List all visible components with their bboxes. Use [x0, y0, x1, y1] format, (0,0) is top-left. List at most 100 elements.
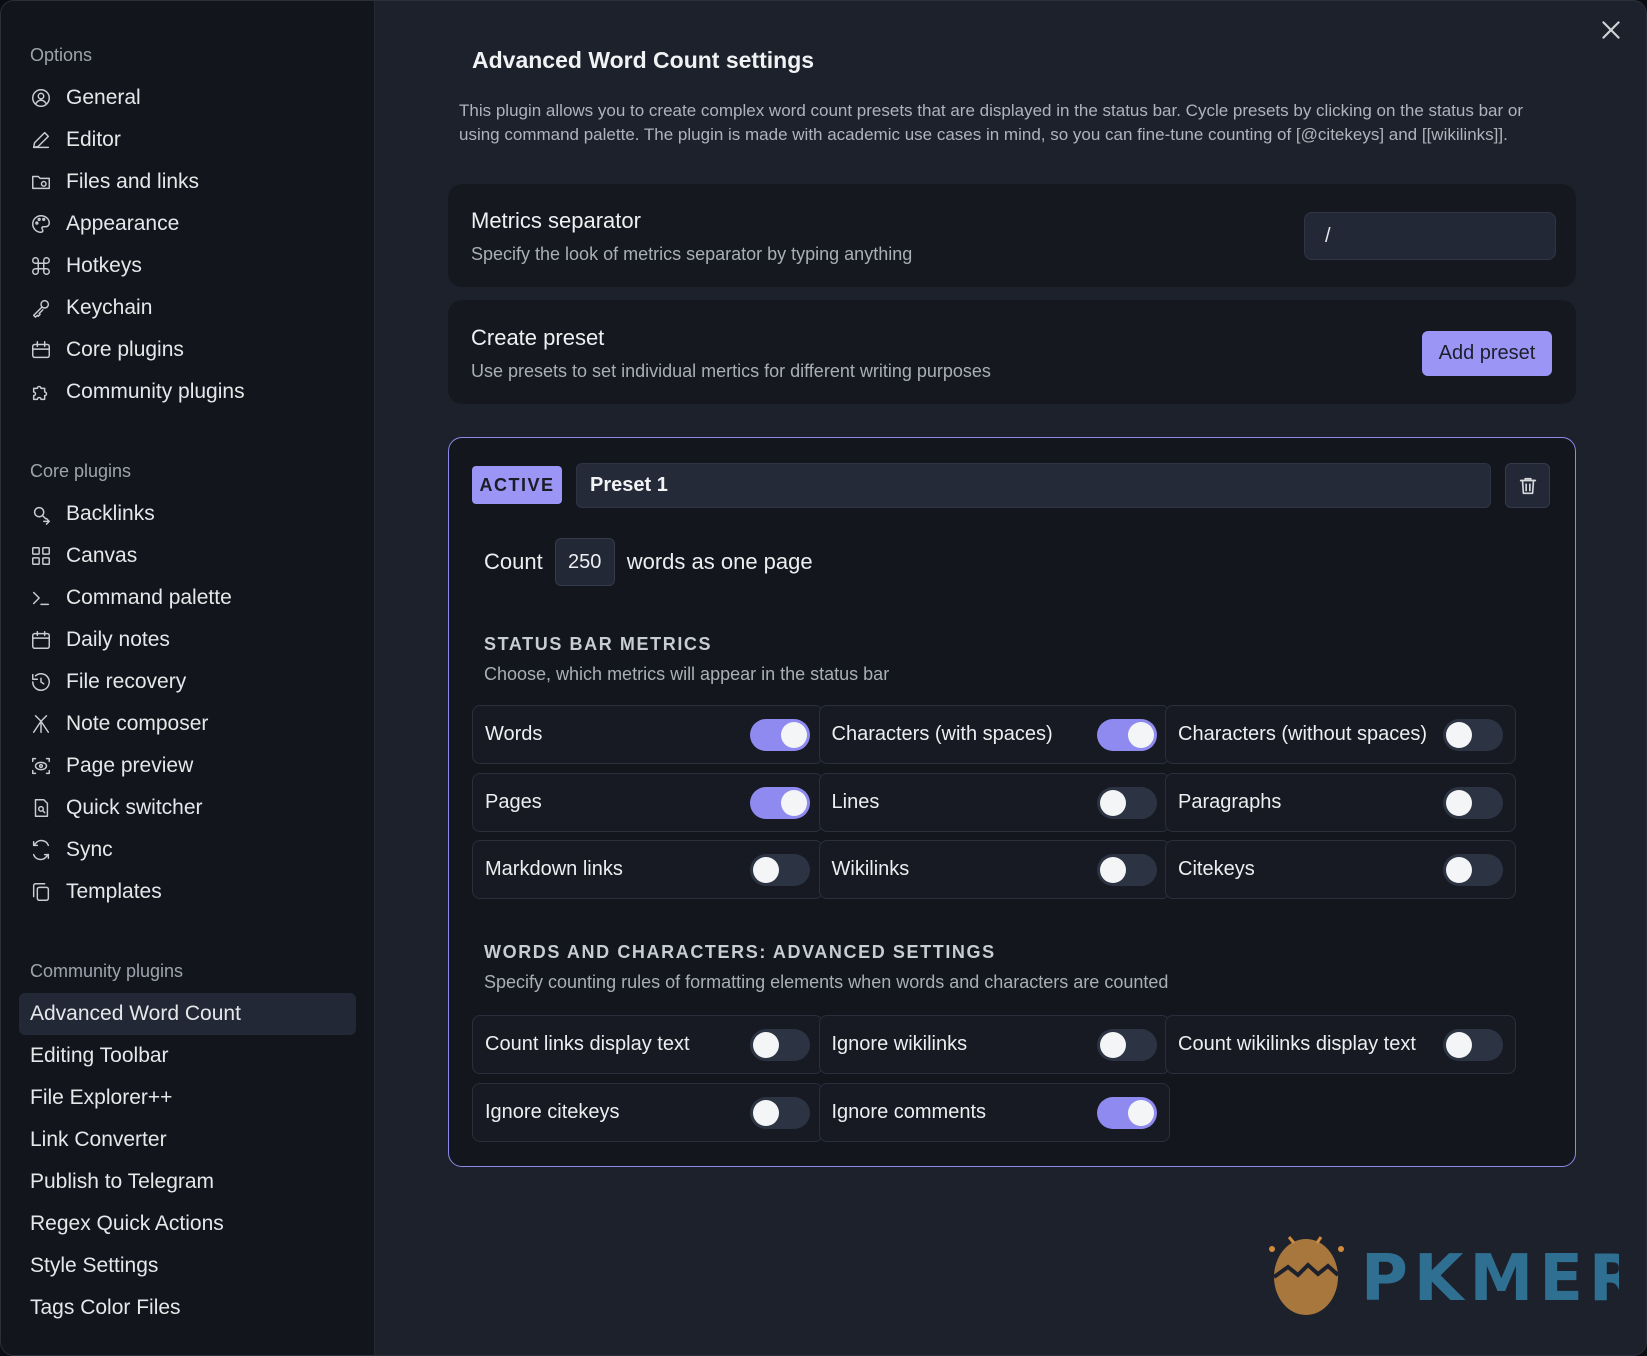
nav-item-label: Editor — [66, 128, 121, 151]
toggle-label: Paragraphs — [1178, 790, 1282, 813]
puzzle-icon — [30, 381, 52, 403]
toggle-label: Ignore citekeys — [485, 1100, 620, 1123]
metrics-separator-setting: Metrics separator Specify the look of me… — [448, 184, 1576, 287]
toggle-setting-count-links-display-text: Count links display text — [472, 1015, 823, 1074]
sidebar-item-file-explorer[interactable]: File Explorer++ — [1, 1077, 374, 1119]
sidebar-item-regex-quick-actions[interactable]: Regex Quick Actions — [1, 1203, 374, 1245]
toggle-knob — [1446, 1032, 1472, 1058]
sidebar-item-core-plugins[interactable]: Core plugins — [1, 329, 374, 371]
toggle-knob — [1446, 722, 1472, 748]
sidebar-item-quick-switcher[interactable]: Quick switcher — [1, 787, 374, 829]
calendar-icon — [30, 629, 52, 651]
sidebar-item-sync[interactable]: Sync — [1, 829, 374, 871]
metrics-toggle-grid: Words Characters (with spaces) Characters … — [472, 705, 1554, 905]
nav-item-label: Canvas — [66, 544, 138, 567]
sidebar-item-editor[interactable]: Editor — [1, 119, 374, 161]
settings-content: Advanced Word Count settings This plugin… — [376, 1, 1646, 1355]
toggle-label: Lines — [831, 790, 880, 813]
sidebar-item-files-and-links[interactable]: Files and links — [1, 161, 374, 203]
merge-icon — [30, 713, 52, 735]
sidebar-item-editing-toolbar[interactable]: Editing Toolbar — [1, 1035, 374, 1077]
toggle-setting-characters-without-spaces: Characters (without spaces) — [1165, 705, 1516, 764]
nav-item-label: Files and links — [66, 170, 200, 193]
settings-window: Options General Editor Files and links Appe… — [0, 0, 1647, 1356]
history-icon — [30, 671, 52, 693]
sidebar-item-command-palette[interactable]: Command palette — [1, 577, 374, 619]
toggle-switch-count-wikilinks-display-text[interactable] — [1443, 1029, 1503, 1061]
sidebar-item-appearance[interactable]: Appearance — [1, 203, 374, 245]
preset-card: ACTIVE Count words as one page STATUS BA… — [448, 437, 1576, 1167]
toggle-switch-lines[interactable] — [1096, 786, 1157, 819]
toggle-switch-citekeys[interactable] — [1443, 854, 1503, 886]
toggle-knob — [753, 1032, 779, 1058]
sidebar-item-keychain[interactable]: Keychain — [1, 287, 374, 329]
delete-preset-button[interactable] — [1505, 463, 1550, 508]
toggle-knob — [753, 1099, 779, 1126]
preset-name-input[interactable] — [576, 463, 1491, 508]
toggle-switch-characters-with-spaces[interactable] — [1096, 719, 1157, 751]
sidebar-item-templates[interactable]: Templates — [1, 871, 374, 913]
toggle-switch-ignore-citekeys[interactable] — [750, 1096, 810, 1129]
toggle-switch-wikilinks[interactable] — [1096, 854, 1157, 886]
toggle-switch-characters-without-spaces[interactable] — [1443, 719, 1503, 751]
add-preset-button[interactable]: Add preset — [1422, 331, 1552, 376]
toggle-label: Words — [485, 723, 543, 745]
toggle-switch-ignore-comments[interactable] — [1096, 1096, 1157, 1129]
toggle-knob — [1446, 857, 1472, 883]
toggle-setting-count-wikilinks-display-text: Count wikilinks display text — [1165, 1015, 1516, 1074]
sidebar-item-file-recovery[interactable]: File recovery — [1, 661, 374, 703]
advanced-toggle-grid: Count links display text Ignore wikilinks… — [472, 1015, 1554, 1145]
scan-eye-icon — [30, 755, 52, 777]
page-title: Advanced Word Count settings — [472, 47, 815, 73]
toggle-setting-paragraphs: Paragraphs — [1165, 772, 1516, 832]
sidebar-item-publish-to-telegram[interactable]: Publish to Telegram — [1, 1161, 374, 1203]
pkmer-watermark-logo: PKMER — [1269, 1236, 1619, 1316]
status-bar-metrics-description: Choose, which metrics will appear in the… — [484, 664, 890, 684]
close-icon — [1602, 21, 1620, 39]
toggle-setting-words: Words — [472, 705, 823, 764]
sidebar-item-general[interactable]: General — [1, 77, 374, 119]
separator-input[interactable] — [1304, 212, 1556, 260]
sidebar-item-hotkeys[interactable]: Hotkeys — [1, 245, 374, 287]
nav-item-label: Publish to Telegram — [30, 1170, 215, 1193]
watermark-text: PKMER — [1361, 1242, 1619, 1316]
sidebar-item-community-plugins[interactable]: Community plugins — [1, 371, 374, 413]
sidebar-item-page-preview[interactable]: Page preview — [1, 745, 374, 787]
sidebar-item-advanced-word-count[interactable]: Advanced Word Count — [19, 993, 356, 1035]
sidebar-item-style-settings[interactable]: Style Settings — [1, 1245, 374, 1287]
close-button[interactable] — [1598, 17, 1624, 43]
sidebar-item-note-composer[interactable]: Note composer — [1, 703, 374, 745]
toggle-switch-ignore-wikilinks[interactable] — [1096, 1029, 1157, 1061]
core-plugins-group-title: Core plugins — [30, 461, 132, 481]
grid-icon — [30, 545, 52, 567]
settings-sidebar: Options General Editor Files and links Appe… — [1, 1, 375, 1355]
toggle-knob — [1127, 722, 1154, 748]
toggle-setting-markdown-links: Markdown links — [472, 840, 823, 899]
sidebar-item-link-converter[interactable]: Link Converter — [1, 1119, 374, 1161]
sidebar-item-canvas[interactable]: Canvas — [1, 535, 374, 577]
nav-item-label: Tags Color Files — [30, 1296, 181, 1319]
egg-icon — [1269, 1236, 1344, 1315]
calendar-box-icon — [30, 339, 52, 361]
sidebar-item-backlinks[interactable]: Backlinks — [1, 493, 374, 535]
file-search-icon — [30, 797, 52, 819]
toggle-switch-markdown-links[interactable] — [750, 854, 810, 886]
nav-item-label: File recovery — [66, 670, 187, 693]
setting-description: Specify the look of metrics separator by… — [471, 244, 913, 264]
nav-item-label: Templates — [66, 880, 162, 903]
toggle-setting-pages: Pages — [472, 772, 823, 832]
sidebar-item-daily-notes[interactable]: Daily notes — [1, 619, 374, 661]
sidebar-item-tags-color-files[interactable]: Tags Color Files — [1, 1287, 374, 1329]
nav-item-label: Core plugins — [66, 338, 184, 361]
toggle-switch-count-links-display-text[interactable] — [750, 1029, 810, 1061]
nav-item-label: Editing Toolbar — [30, 1044, 169, 1067]
toggle-switch-paragraphs[interactable] — [1443, 786, 1503, 819]
toggle-label: Ignore comments — [831, 1100, 987, 1123]
toggle-switch-pages[interactable] — [750, 786, 810, 819]
words-per-page-input[interactable] — [554, 538, 615, 586]
trash-icon — [1519, 477, 1536, 494]
key-icon — [30, 297, 52, 319]
palette-icon — [30, 213, 52, 235]
nav-item-label: Hotkeys — [66, 254, 142, 277]
toggle-switch-words[interactable] — [750, 719, 810, 751]
